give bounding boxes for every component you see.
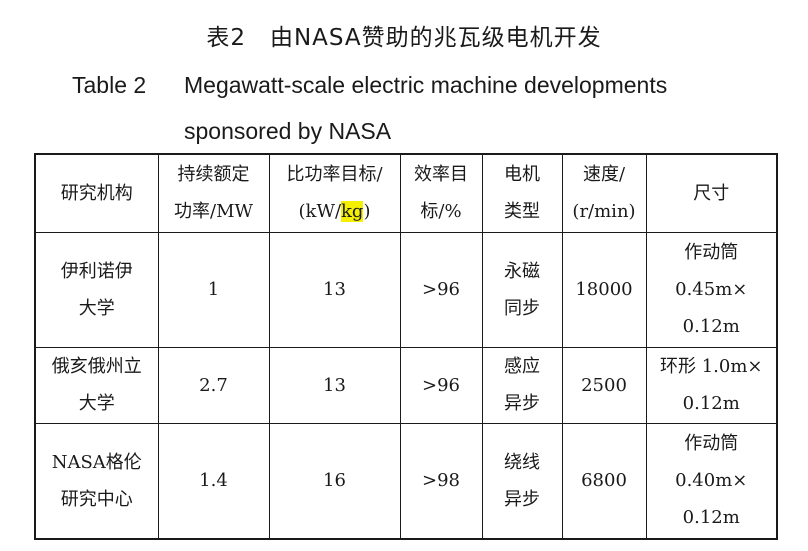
cell-type: 永磁 同步 — [481, 231, 563, 348]
specific-power-unit: (kW/kg) — [298, 201, 371, 223]
table-caption-en: Table 2 Megawatt-scale electric machine d… — [72, 62, 772, 154]
cell-speed: 6800 — [561, 422, 647, 540]
cell-power: 1 — [157, 231, 270, 348]
cell-size: 作动筒 0.40m× 0.12m — [645, 422, 778, 540]
header-machine-type: 电机 类型 — [481, 153, 563, 233]
data-table: 研究机构 持续额定 功率/MW 比功率目标/(kW/kg) 效率目 标/% 电机 类型… — [34, 153, 778, 540]
cell-institution: 俄亥俄州立 大学 — [34, 346, 159, 424]
cell-size: 环形 1.0m× 0.12m — [645, 346, 778, 424]
cell-power: 1.4 — [157, 422, 270, 540]
header-efficiency: 效率目 标/% — [399, 153, 483, 233]
header-speed: 速度/(r/min) — [561, 153, 647, 233]
header-size: 尺寸 — [645, 153, 778, 233]
table-header-row: 研究机构 持续额定 功率/MW 比功率目标/(kW/kg) 效率目 标/% 电机 类型… — [34, 153, 778, 233]
header-rated-power: 持续额定 功率/MW — [157, 153, 270, 233]
cell-type: 绕线 异步 — [481, 422, 563, 540]
table-caption-cn: 表2 由NASA赞助的兆瓦级电机开发 — [206, 25, 602, 51]
cell-efficiency: >96 — [399, 231, 483, 348]
header-institution: 研究机构 — [34, 153, 159, 233]
caption-en-title-2: sponsored by NASA — [184, 118, 392, 144]
cell-specific-power: 13 — [268, 231, 401, 348]
highlighted-unit-kg: kg — [341, 201, 364, 223]
cell-type: 感应 异步 — [481, 346, 563, 424]
caption-en-title-1: Megawatt-scale electric machine developm… — [184, 72, 668, 98]
cell-speed: 2500 — [561, 346, 647, 424]
table-row: NASA格伦 研究中心 1.4 16 >98 绕线 异步 6800 作动筒 0.40m… — [34, 422, 778, 540]
cell-institution: 伊利诺伊 大学 — [34, 231, 159, 348]
table-row: 伊利诺伊 大学 1 13 >96 永磁 同步 18000 作动筒 0.45m× 0.12… — [34, 231, 778, 348]
cell-power: 2.7 — [157, 346, 270, 424]
cell-efficiency: >96 — [399, 346, 483, 424]
header-specific-power: 比功率目标/(kW/kg) — [268, 153, 401, 233]
cell-specific-power: 13 — [268, 346, 401, 424]
table-row: 俄亥俄州立 大学 2.7 13 >96 感应 异步 2500 环形 1.0m× 0.1… — [34, 346, 778, 424]
cell-specific-power: 16 — [268, 422, 401, 540]
cell-size: 作动筒 0.45m× 0.12m — [645, 231, 778, 348]
caption-en-label: Table 2 — [72, 72, 147, 98]
cell-efficiency: >98 — [399, 422, 483, 540]
caption-en-line-1: Table 2 Megawatt-scale electric machine d… — [72, 62, 772, 108]
cell-institution: NASA格伦 研究中心 — [34, 422, 159, 540]
cell-speed: 18000 — [561, 231, 647, 348]
